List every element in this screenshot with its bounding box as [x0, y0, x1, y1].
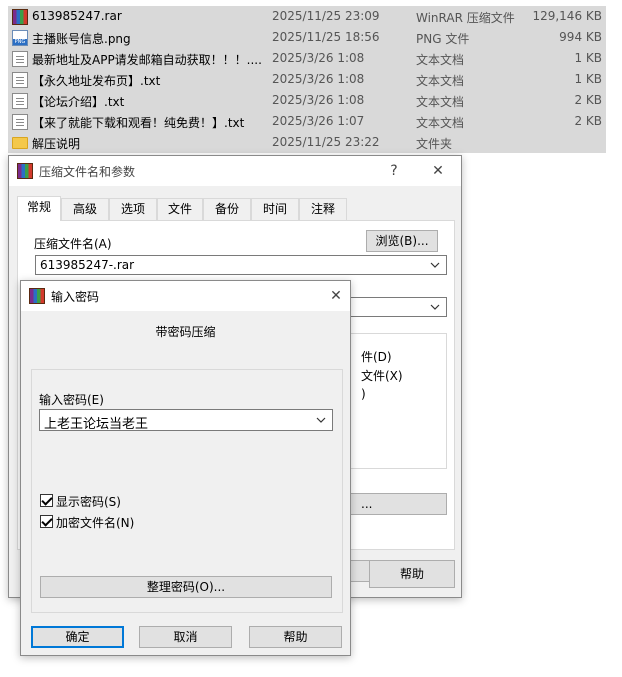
- file-date: 2025/3/26 1:07: [272, 114, 365, 128]
- file-name: 主播账号信息.png: [32, 32, 131, 46]
- file-type: 文件夹: [416, 137, 453, 151]
- tab-general[interactable]: 常规: [17, 196, 61, 221]
- dialog-title: 输入密码: [51, 290, 100, 304]
- organize-passwords-button[interactable]: 整理密码(O)...: [40, 576, 332, 598]
- file-row[interactable]: 【论坛介绍】.txt 2025/3/26 1:08 文本文档 2 KB: [8, 90, 606, 111]
- password-value: 上老王论坛当老王: [44, 417, 149, 432]
- tab-options[interactable]: 选项: [109, 198, 157, 220]
- file-name: 最新地址及APP请发邮箱自动获取！！！....: [32, 53, 262, 67]
- folder-icon: [12, 137, 28, 149]
- file-date: 2025/3/26 1:08: [272, 51, 365, 65]
- file-date: 2025/3/26 1:08: [272, 93, 365, 107]
- close-icon[interactable]: ✕: [325, 285, 347, 307]
- file-date: 2025/3/26 1:08: [272, 72, 365, 86]
- option-label: 件(D): [361, 350, 392, 364]
- file-size: 2 KB: [574, 93, 602, 107]
- chevron-down-icon: [430, 258, 440, 272]
- winrar-icon: [29, 288, 45, 304]
- file-name: 【论坛介绍】.txt: [32, 95, 125, 109]
- tab-files[interactable]: 文件: [157, 198, 203, 220]
- option-label: 文件(X): [361, 369, 403, 383]
- text-file-icon: [12, 114, 28, 130]
- file-type: 文本文档: [416, 116, 465, 130]
- tab-advanced[interactable]: 高级: [61, 198, 109, 220]
- password-label: 输入密码(E): [39, 393, 104, 407]
- cancel-button[interactable]: 取消: [139, 626, 232, 648]
- text-file-icon: [12, 72, 28, 88]
- password-group: 输入密码(E) 上老王论坛当老王 显示密码(S) 加密文件名(N) 整理密码(O…: [31, 369, 343, 613]
- file-type: 文本文档: [416, 53, 465, 67]
- tab-backup[interactable]: 备份: [203, 198, 251, 220]
- text-file-icon: [12, 51, 28, 67]
- archive-name-combo[interactable]: 613985247-.rar: [35, 255, 447, 275]
- file-list: 613985247.rar 2025/11/25 23:09 WinRAR 压缩…: [8, 6, 606, 153]
- file-row[interactable]: 【来了就能下载和观看！纯免费！】.txt 2025/3/26 1:07 文本文档…: [8, 111, 606, 132]
- show-password-checkbox[interactable]: [40, 494, 53, 507]
- file-type: 文本文档: [416, 74, 465, 88]
- file-date: 2025/11/25 18:56: [272, 30, 380, 44]
- browse-button[interactable]: 浏览(B)...: [366, 230, 438, 252]
- password-dialog: 输入密码 ✕ 带密码压缩 输入密码(E) 上老王论坛当老王 显示密码(S) 加密…: [20, 280, 351, 656]
- rar-archive-icon: [12, 9, 28, 25]
- encrypt-filenames-label: 加密文件名(N): [56, 516, 135, 530]
- chevron-down-icon[interactable]: [316, 413, 326, 427]
- winrar-icon: [17, 163, 33, 179]
- password-input[interactable]: 上老王论坛当老王: [39, 409, 333, 432]
- file-size: 1 KB: [574, 51, 602, 65]
- file-date: 2025/11/25 23:09: [272, 9, 380, 23]
- chevron-down-icon: [430, 300, 440, 314]
- tab-time[interactable]: 时间: [251, 198, 299, 220]
- title-bar[interactable]: 输入密码 ✕: [21, 281, 350, 311]
- file-name: 【来了就能下载和观看！纯免费！】.txt: [32, 116, 245, 130]
- close-icon[interactable]: ✕: [427, 160, 449, 182]
- file-size: 994 KB: [559, 30, 602, 44]
- file-row[interactable]: 613985247.rar 2025/11/25 23:09 WinRAR 压缩…: [8, 6, 606, 27]
- file-name: 解压说明: [32, 137, 81, 151]
- ok-button[interactable]: 确定: [31, 626, 124, 648]
- dialog-title: 压缩文件名和参数: [39, 165, 136, 179]
- tab-strip: 常规 高级 选项 文件 备份 时间 注释: [17, 196, 457, 222]
- tab-comment[interactable]: 注释: [299, 198, 347, 220]
- file-type: PNG 文件: [416, 32, 470, 46]
- title-bar[interactable]: 压缩文件名和参数 ? ✕: [9, 156, 461, 186]
- file-size: 129,146 KB: [532, 9, 602, 23]
- file-size: 1 KB: [574, 72, 602, 86]
- text-file-icon: [12, 93, 28, 109]
- screen: 613985247.rar 2025/11/25 23:09 WinRAR 压缩…: [0, 0, 622, 677]
- file-row[interactable]: 解压说明 2025/11/25 23:22 文件夹: [8, 132, 606, 153]
- file-row[interactable]: 主播账号信息.png 2025/11/25 18:56 PNG 文件 994 K…: [8, 27, 606, 48]
- file-size: 2 KB: [574, 114, 602, 128]
- file-type: 文本文档: [416, 95, 465, 109]
- help-button[interactable]: 帮助: [249, 626, 342, 648]
- dialog-heading: 带密码压缩: [155, 325, 216, 339]
- file-row[interactable]: 最新地址及APP请发邮箱自动获取！！！.... 2025/3/26 1:08 文…: [8, 48, 606, 69]
- archive-name-label: 压缩文件名(A): [34, 237, 112, 251]
- archive-name-value: 613985247-.rar: [40, 258, 135, 272]
- show-password-label: 显示密码(S): [56, 495, 121, 509]
- file-row[interactable]: 【永久地址发布页】.txt 2025/3/26 1:08 文本文档 1 KB: [8, 69, 606, 90]
- help-button[interactable]: 帮助: [369, 560, 455, 588]
- encrypt-filenames-checkbox[interactable]: [40, 515, 53, 528]
- file-name: 【永久地址发布页】.txt: [32, 74, 161, 88]
- help-icon[interactable]: ?: [383, 160, 405, 182]
- file-date: 2025/11/25 23:22: [272, 135, 380, 149]
- file-name: 613985247.rar: [32, 9, 122, 23]
- option-label: ): [361, 387, 366, 401]
- file-type: WinRAR 压缩文件: [416, 11, 515, 25]
- png-file-icon: [12, 30, 28, 46]
